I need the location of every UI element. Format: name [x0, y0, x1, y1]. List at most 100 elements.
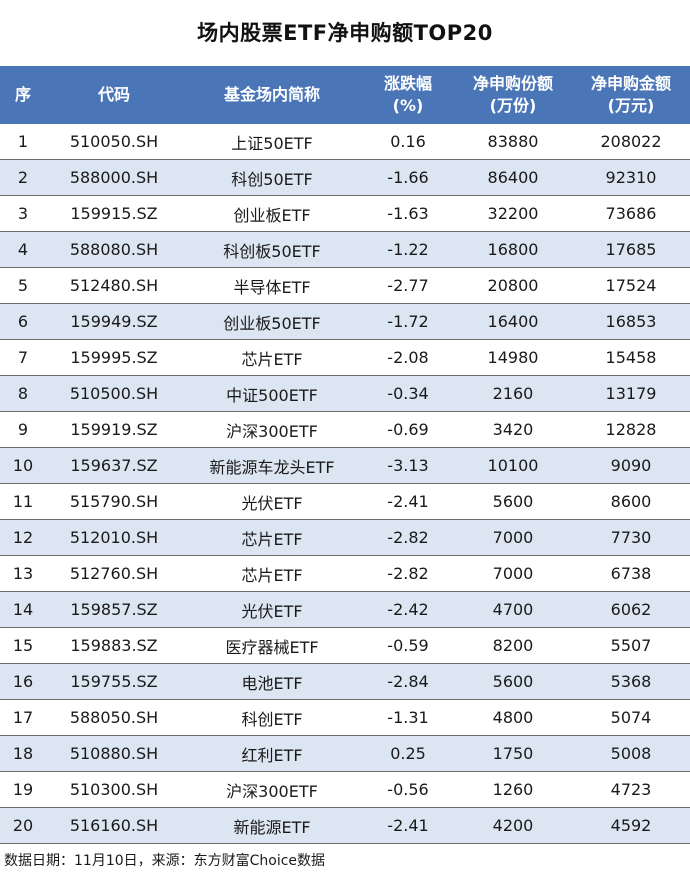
table-row: 19 510300.SH 沪深300ETF -0.56 1260 4723: [0, 771, 690, 808]
table-body: 1 510050.SH 上证50ETF 0.16 83880 208022 2 588000.…: [0, 124, 690, 844]
cell-name: 沪深300ETF: [182, 771, 362, 808]
cell-change: -2.77: [362, 267, 454, 304]
cell-code: 512480.SH: [46, 267, 182, 304]
cell-code: 510880.SH: [46, 735, 182, 772]
cell-change: -0.59: [362, 627, 454, 664]
table-row: 11 515790.SH 光伏ETF -2.41 5600 8600: [0, 483, 690, 520]
cell-code: 159915.SZ: [46, 195, 182, 232]
cell-amount: 17524: [572, 267, 690, 304]
cell-shares: 86400: [454, 159, 572, 196]
table-row: 14 159857.SZ 光伏ETF -2.42 4700 6062: [0, 591, 690, 628]
cell-name: 沪深300ETF: [182, 411, 362, 448]
cell-code: 510300.SH: [46, 771, 182, 808]
cell-amount: 12828: [572, 411, 690, 448]
cell-code: 588050.SH: [46, 699, 182, 736]
etf-table: 序 代码 基金场内简称 涨跌幅 (%) 净申购份额 (万份) 净申购金额 (万元…: [0, 66, 690, 844]
cell-amount: 8600: [572, 483, 690, 520]
cell-shares: 16400: [454, 303, 572, 340]
cell-amount: 4592: [572, 807, 690, 844]
cell-seq: 18: [0, 735, 46, 772]
cell-seq: 15: [0, 627, 46, 664]
cell-code: 510500.SH: [46, 375, 182, 412]
cell-name: 半导体ETF: [182, 267, 362, 304]
cell-name: 科创50ETF: [182, 159, 362, 196]
cell-seq: 3: [0, 195, 46, 232]
cell-seq: 4: [0, 231, 46, 268]
header-name: 基金场内简称: [182, 66, 362, 124]
cell-change: -2.42: [362, 591, 454, 628]
cell-code: 159995.SZ: [46, 339, 182, 376]
table-row: 8 510500.SH 中证500ETF -0.34 2160 13179: [0, 375, 690, 412]
table-header-row: 序 代码 基金场内简称 涨跌幅 (%) 净申购份额 (万份) 净申购金额 (万元…: [0, 66, 690, 124]
cell-seq: 20: [0, 807, 46, 844]
table-row: 15 159883.SZ 医疗器械ETF -0.59 8200 5507: [0, 627, 690, 664]
cell-code: 512760.SH: [46, 555, 182, 592]
cell-seq: 14: [0, 591, 46, 628]
cell-shares: 14980: [454, 339, 572, 376]
cell-seq: 8: [0, 375, 46, 412]
table-row: 6 159949.SZ 创业板50ETF -1.72 16400 16853: [0, 303, 690, 340]
table-row: 5 512480.SH 半导体ETF -2.77 20800 17524: [0, 267, 690, 304]
cell-amount: 5507: [572, 627, 690, 664]
cell-shares: 2160: [454, 375, 572, 412]
cell-seq: 7: [0, 339, 46, 376]
cell-change: 0.16: [362, 124, 454, 160]
etf-report-page: 场内股票ETF净申购额TOP20 序 代码 基金场内简称 涨跌幅 (%) 净申购…: [0, 0, 690, 880]
cell-seq: 5: [0, 267, 46, 304]
cell-seq: 13: [0, 555, 46, 592]
table-row: 17 588050.SH 科创ETF -1.31 4800 5074: [0, 699, 690, 736]
header-change: 涨跌幅 (%): [362, 66, 454, 124]
cell-shares: 1260: [454, 771, 572, 808]
cell-change: -0.56: [362, 771, 454, 808]
cell-amount: 15458: [572, 339, 690, 376]
cell-shares: 7000: [454, 555, 572, 592]
cell-change: -2.08: [362, 339, 454, 376]
table-row: 2 588000.SH 科创50ETF -1.66 86400 92310: [0, 159, 690, 196]
cell-change: -1.63: [362, 195, 454, 232]
table-row: 20 516160.SH 新能源ETF -2.41 4200 4592: [0, 807, 690, 844]
cell-change: -0.69: [362, 411, 454, 448]
cell-shares: 4800: [454, 699, 572, 736]
table-row: 10 159637.SZ 新能源车龙头ETF -3.13 10100 9090: [0, 447, 690, 484]
header-code: 代码: [46, 66, 182, 124]
cell-name: 电池ETF: [182, 663, 362, 700]
cell-change: -3.13: [362, 447, 454, 484]
cell-name: 中证500ETF: [182, 375, 362, 412]
cell-shares: 83880: [454, 124, 572, 160]
cell-shares: 16800: [454, 231, 572, 268]
cell-amount: 92310: [572, 159, 690, 196]
cell-shares: 10100: [454, 447, 572, 484]
cell-change: 0.25: [362, 735, 454, 772]
cell-code: 159755.SZ: [46, 663, 182, 700]
cell-code: 512010.SH: [46, 519, 182, 556]
table-row: 13 512760.SH 芯片ETF -2.82 7000 6738: [0, 555, 690, 592]
table-row: 9 159919.SZ 沪深300ETF -0.69 3420 12828: [0, 411, 690, 448]
cell-code: 510050.SH: [46, 124, 182, 160]
cell-name: 芯片ETF: [182, 519, 362, 556]
cell-amount: 5368: [572, 663, 690, 700]
cell-amount: 6062: [572, 591, 690, 628]
table-row: 1 510050.SH 上证50ETF 0.16 83880 208022: [0, 124, 690, 160]
source-footnote: 数据日期：11月10日，来源：东方财富Choice数据: [4, 853, 326, 869]
cell-amount: 6738: [572, 555, 690, 592]
table-row: 4 588080.SH 科创板50ETF -1.22 16800 17685: [0, 231, 690, 268]
cell-amount: 73686: [572, 195, 690, 232]
cell-name: 新能源车龙头ETF: [182, 447, 362, 484]
cell-shares: 1750: [454, 735, 572, 772]
cell-amount: 9090: [572, 447, 690, 484]
cell-name: 上证50ETF: [182, 124, 362, 160]
cell-shares: 7000: [454, 519, 572, 556]
cell-change: -2.41: [362, 483, 454, 520]
cell-change: -2.84: [362, 663, 454, 700]
table-row: 16 159755.SZ 电池ETF -2.84 5600 5368: [0, 663, 690, 700]
cell-name: 科创ETF: [182, 699, 362, 736]
header-shares: 净申购份额 (万份): [454, 66, 572, 124]
cell-change: -1.72: [362, 303, 454, 340]
cell-change: -2.82: [362, 555, 454, 592]
cell-shares: 3420: [454, 411, 572, 448]
cell-amount: 208022: [572, 124, 690, 160]
cell-seq: 1: [0, 124, 46, 160]
cell-shares: 8200: [454, 627, 572, 664]
cell-seq: 16: [0, 663, 46, 700]
cell-seq: 17: [0, 699, 46, 736]
